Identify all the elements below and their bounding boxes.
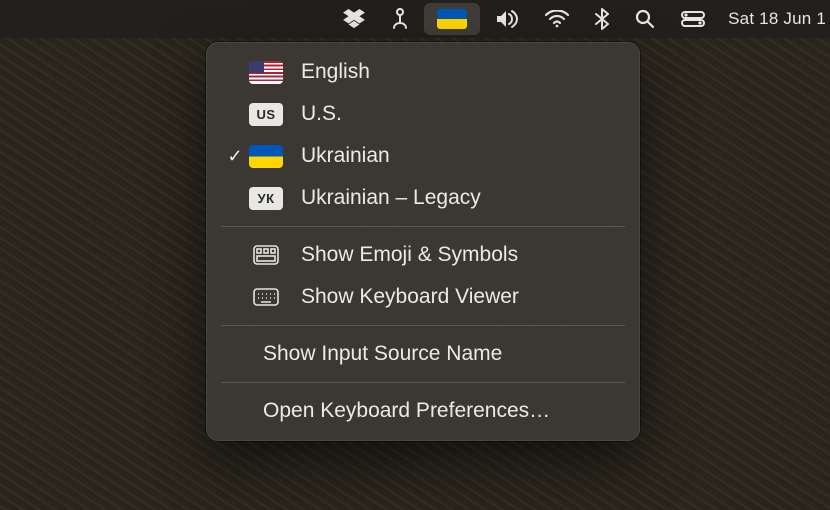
us-flag-icon: [249, 61, 283, 84]
us-badge-icon: US: [249, 103, 283, 126]
ukraine-flag-icon: [437, 9, 467, 29]
menu-item-label: English: [301, 60, 370, 84]
uk-badge-icon: УК: [249, 187, 283, 210]
menu-item-label: Ukrainian – Legacy: [301, 186, 481, 210]
spotlight-icon[interactable]: [622, 0, 668, 38]
menu-item-label: U.S.: [301, 102, 342, 126]
show-emoji-symbols[interactable]: Show Emoji & Symbols: [207, 234, 639, 276]
control-center-icon[interactable]: [668, 0, 718, 38]
show-keyboard-viewer[interactable]: Show Keyboard Viewer: [207, 276, 639, 318]
input-source-ukrainian-legacy[interactable]: УК Ukrainian – Legacy: [207, 177, 639, 219]
character-viewer-icon: [249, 244, 283, 267]
open-keyboard-preferences[interactable]: Open Keyboard Preferences…: [207, 390, 639, 432]
input-source-menubar-item[interactable]: [424, 3, 480, 35]
input-source-us[interactable]: US U.S.: [207, 93, 639, 135]
menu-bar: Sat 18 Jun 1: [0, 0, 830, 38]
menu-item-label: Show Emoji & Symbols: [301, 243, 518, 267]
ukraine-flag-icon: [249, 145, 283, 168]
menu-item-label: Ukrainian: [301, 144, 390, 168]
separator: [221, 325, 625, 326]
menu-item-label: Open Keyboard Preferences…: [263, 399, 550, 423]
separator: [221, 382, 625, 383]
volume-icon[interactable]: [482, 0, 532, 38]
joystick-icon[interactable]: [378, 0, 422, 38]
separator: [221, 226, 625, 227]
input-source-ukrainian[interactable]: ✓ Ukrainian: [207, 135, 639, 177]
dropbox-icon[interactable]: [330, 0, 378, 38]
menu-item-label: Show Keyboard Viewer: [301, 285, 519, 309]
bluetooth-icon[interactable]: [582, 0, 622, 38]
show-input-source-name[interactable]: Show Input Source Name: [207, 333, 639, 375]
keyboard-icon: [249, 286, 283, 309]
input-source-english[interactable]: English: [207, 51, 639, 93]
wifi-icon[interactable]: [532, 0, 582, 38]
menu-item-label: Show Input Source Name: [263, 342, 502, 366]
checkmark-icon: ✓: [221, 146, 249, 167]
menubar-clock[interactable]: Sat 18 Jun 1: [718, 0, 826, 38]
input-source-menu: English US U.S. ✓ Ukrainian УК Ukrainian…: [206, 42, 640, 441]
